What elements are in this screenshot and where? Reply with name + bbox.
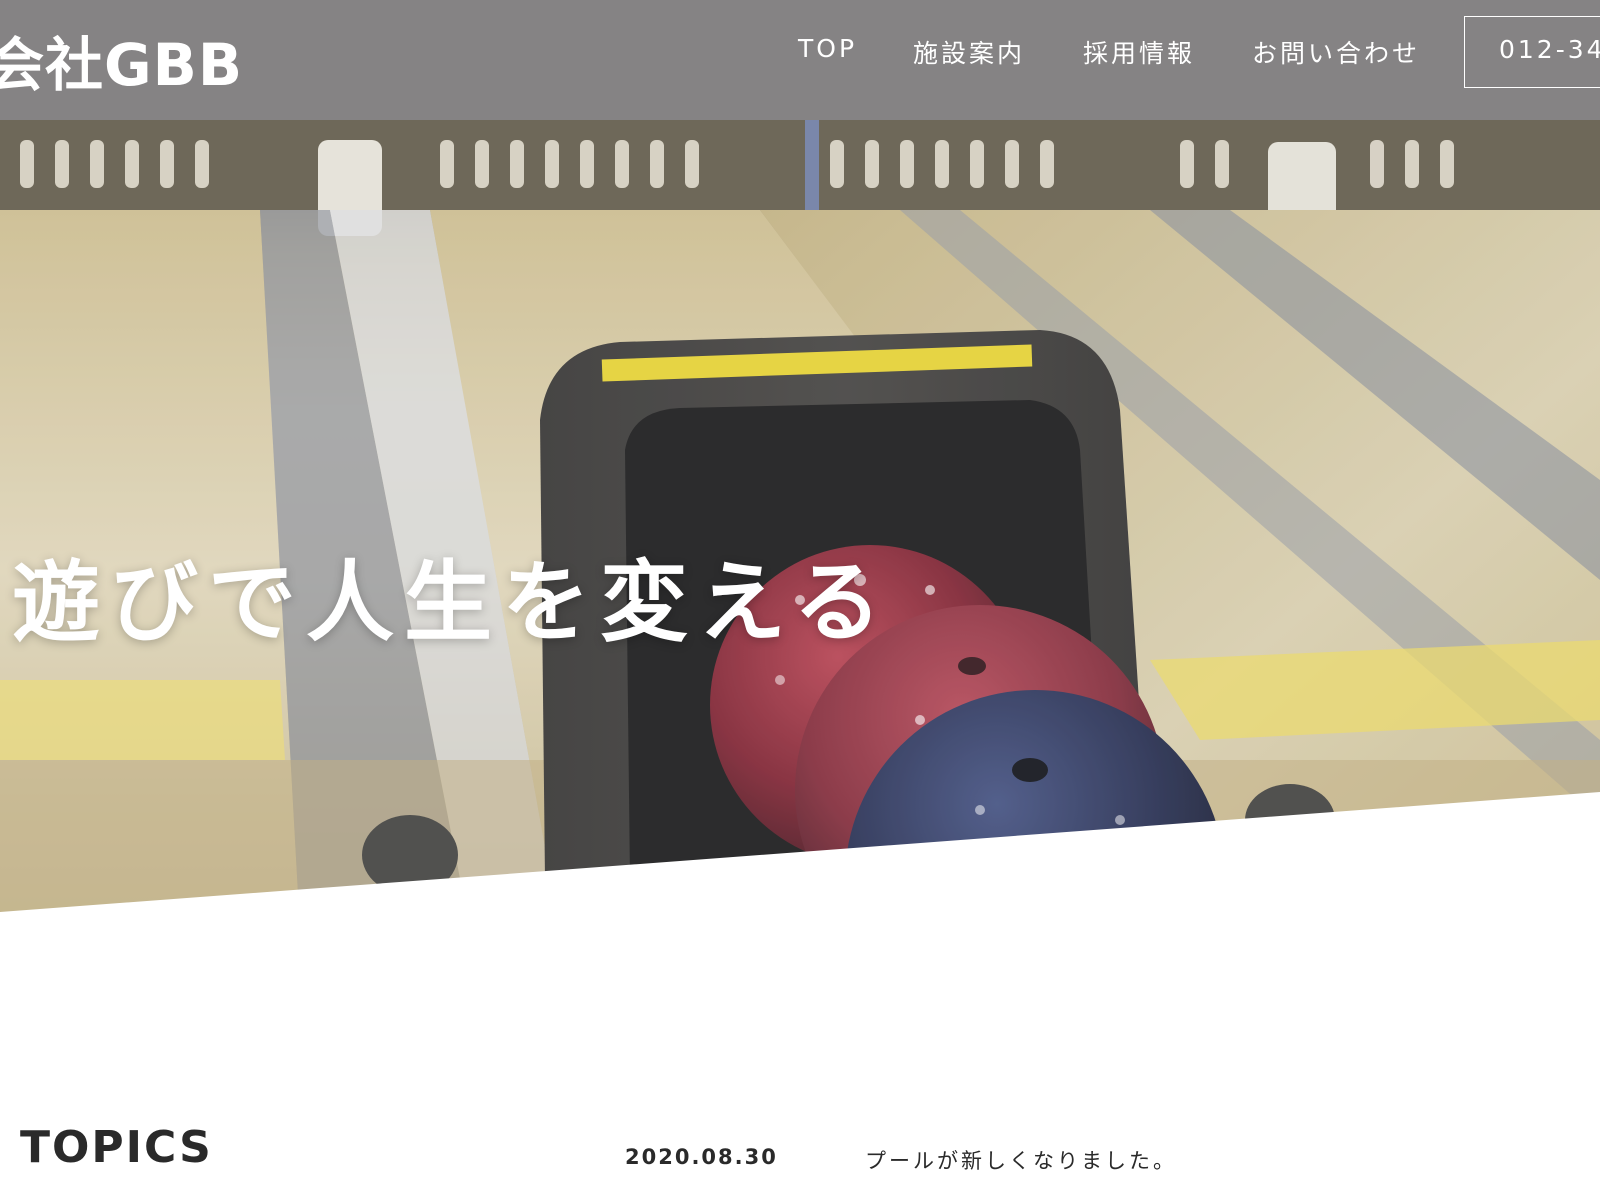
- nav-item-facilities[interactable]: 施設案内: [913, 34, 1025, 70]
- bowling-ball-return-photo: [0, 120, 1600, 930]
- topics-title: TOPICS: [20, 1122, 213, 1173]
- nav-item-contact[interactable]: お問い合わせ: [1252, 34, 1420, 70]
- hero-heading: 遊びで人生を変える: [12, 551, 892, 654]
- nav-item-top[interactable]: TOP: [798, 34, 857, 63]
- phone-button[interactable]: 012-345: [1464, 16, 1600, 88]
- site-header: 会社GBB TOP 施設案内 採用情報 お問い合わせ 012-345: [0, 0, 1600, 120]
- topic-list-item[interactable]: 2020.08.30 プールが新しくなりました。: [620, 1145, 1520, 1175]
- topic-link[interactable]: プールが新しくなりました。: [865, 1145, 1177, 1175]
- nav-item-recruit[interactable]: 採用情報: [1083, 34, 1195, 70]
- phone-number: 012-345: [1499, 35, 1600, 64]
- topic-date: 2020.08.30: [625, 1145, 778, 1169]
- site-logo[interactable]: 会社GBB: [0, 18, 243, 102]
- hero-section: 遊びで人生を変える: [0, 120, 1600, 930]
